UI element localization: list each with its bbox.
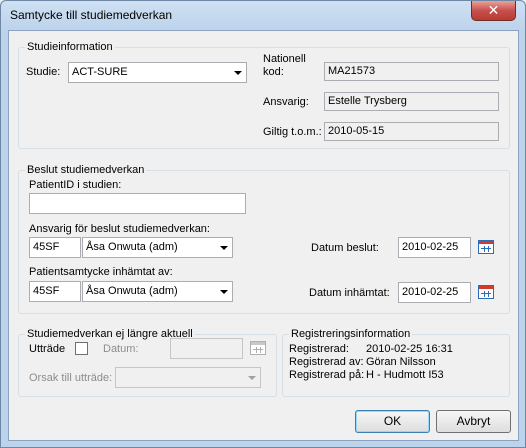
registrerad-label: Registrerad: xyxy=(289,343,349,355)
cancel-button[interactable]: Avbryt xyxy=(436,410,511,433)
studie-select[interactable]: ACT-SURE xyxy=(68,62,247,83)
calendar-icon[interactable] xyxy=(478,240,494,254)
ok-button[interactable]: OK xyxy=(355,410,430,433)
studieinformation-legend: Studieinformation xyxy=(27,41,113,53)
datum-beslut-label: Datum beslut: xyxy=(311,242,379,254)
registrerad-pa-label: Registrerad på: xyxy=(289,369,365,381)
calendar-icon[interactable] xyxy=(250,341,266,355)
datum-inhamtat-input[interactable]: 2010-02-25 xyxy=(398,282,471,303)
uttrade-datum-input[interactable] xyxy=(170,338,243,359)
giltig-field: 2010-05-15 xyxy=(324,122,499,141)
chevron-down-icon[interactable] xyxy=(230,64,245,81)
patientsamtycke-name: Åsa Onwuta (adm) xyxy=(86,285,178,297)
calendar-icon[interactable] xyxy=(478,285,494,299)
orsak-label: Orsak till utträde: xyxy=(29,372,113,384)
nationell-kod-label-line2: kod: xyxy=(263,66,284,78)
registrerad-pa-value: H - Hudmott I53 xyxy=(366,369,444,381)
patientsamtycke-code-input[interactable]: 45SF xyxy=(29,281,81,302)
giltig-label: Giltig t.o.m.: xyxy=(263,126,322,138)
uttrade-label: Utträde xyxy=(29,343,66,355)
uttrade-checkbox[interactable] xyxy=(75,342,88,355)
chevron-down-icon[interactable] xyxy=(216,239,231,256)
registrering-legend: Registreringsinformation xyxy=(291,328,411,340)
nationell-kod-field: MA21573 xyxy=(324,62,499,81)
patientsamtycke-select[interactable]: Åsa Onwuta (adm) xyxy=(82,281,233,302)
studie-label: Studie: xyxy=(26,66,61,78)
ansvarig-label: Ansvarig: xyxy=(263,96,309,108)
beslut-legend: Beslut studiemedverkan xyxy=(27,164,145,176)
registrerad-av-label: Registrerad av: xyxy=(289,356,364,368)
title-bar: Samtycke till studiemedverkan ✕ xyxy=(1,1,525,31)
orsak-select[interactable] xyxy=(115,367,261,388)
ansvarig-field: Estelle Trysberg xyxy=(324,92,499,111)
ansvarig-beslut-select[interactable]: Åsa Onwuta (adm) xyxy=(82,237,233,258)
patientsamtycke-label: Patientsamtycke inhämtat av: xyxy=(29,266,173,278)
patientid-label: PatientID i studien: xyxy=(29,179,122,191)
close-button[interactable]: ✕ xyxy=(471,1,516,21)
registrerad-av-value: Göran Nilsson xyxy=(366,356,436,368)
dialog-client-area: Studieinformation Studie: ACT-SURE Natio… xyxy=(8,30,519,441)
studie-value: ACT-SURE xyxy=(72,66,128,78)
patientid-input[interactable] xyxy=(29,193,246,214)
registrerad-value: 2010-02-25 16:31 xyxy=(366,343,453,355)
datum-beslut-value: 2010-02-25 xyxy=(402,241,459,253)
uttrade-datum-label: Datum: xyxy=(103,343,139,355)
patientsamtycke-code: 45SF xyxy=(33,285,60,297)
close-icon: ✕ xyxy=(487,2,500,19)
dialog-window: Samtycke till studiemedverkan ✕ Studiein… xyxy=(0,0,526,448)
nationell-kod-value: MA21573 xyxy=(328,65,376,77)
window-title: Samtycke till studiemedverkan xyxy=(10,8,173,22)
datum-inhamtat-label: Datum inhämtat: xyxy=(309,287,390,299)
chevron-down-icon[interactable] xyxy=(216,283,231,300)
ansvarig-beslut-code: 45SF xyxy=(33,241,60,253)
datum-beslut-input[interactable]: 2010-02-25 xyxy=(398,237,471,258)
datum-inhamtat-value: 2010-02-25 xyxy=(402,286,459,298)
ansvarig-value: Estelle Trysberg xyxy=(328,95,407,107)
giltig-value: 2010-05-15 xyxy=(328,125,385,137)
ansvarig-beslut-code-input[interactable]: 45SF xyxy=(29,237,81,258)
chevron-down-icon[interactable] xyxy=(244,369,259,386)
nationell-kod-label-line1: Nationell xyxy=(263,53,306,65)
ansvarig-beslut-name: Åsa Onwuta (adm) xyxy=(86,241,178,253)
ansvarig-beslut-label: Ansvarig för beslut studiemedverkan: xyxy=(29,223,210,235)
